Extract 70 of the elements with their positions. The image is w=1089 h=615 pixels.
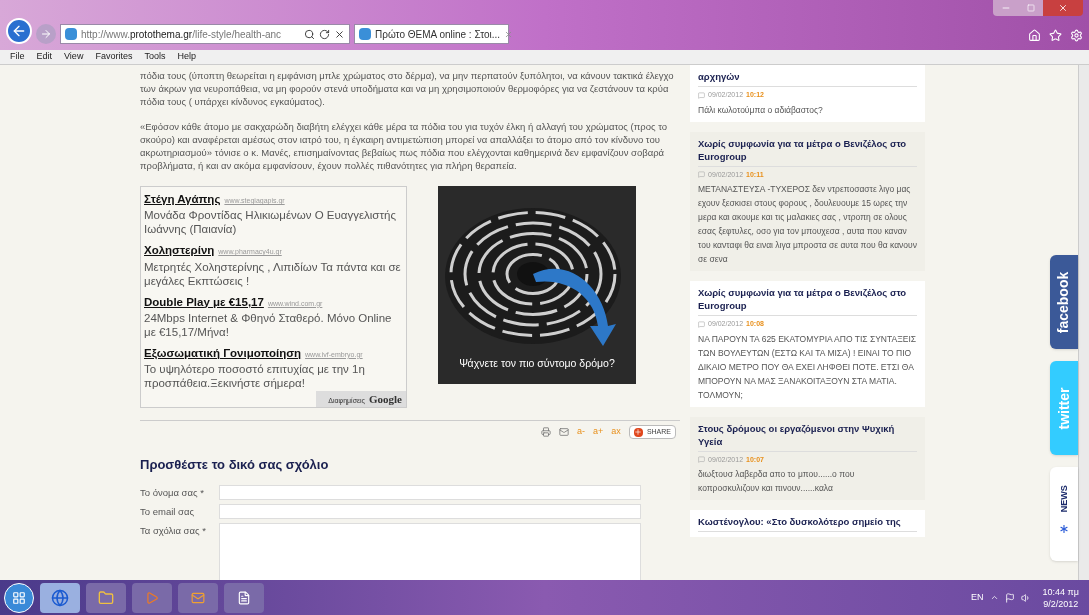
form-heading: Προσθέστε το δικό σας σχόλιο — [140, 456, 330, 474]
browser-tab[interactable]: Πρώτο ΘΕΜΑ online : Στοι... — [354, 24, 509, 44]
banner-caption: Ψάχνετε τον πιο σύντομο δρόμο? — [458, 356, 616, 372]
search-icon[interactable] — [304, 28, 315, 40]
comment-title[interactable]: Στους δρόμους οι εργαζόμενοι στην Ψυχική Υγεία — [698, 421, 917, 452]
menu-item[interactable]: File — [10, 50, 25, 64]
speech-bubble-icon — [698, 171, 705, 179]
mail-icon[interactable] — [178, 582, 218, 613]
comment-title[interactable]: Χωρίς συμφωνία για τα μέτρα ο Βενιζέλος στο Eurogroup — [698, 136, 917, 167]
ad-link[interactable]: Στέγη Αγάπης — [144, 191, 221, 209]
comment-text: ΝΑ ΠΑΡΟΥΝ ΤΑ 625 ΕΚΑΤΟΜΥΡΙΑ ΑΠΟ ΤΙΣ ΣΥΝΤΑΞΕΙΣ ΤΩΝ ΒΟΥΛΕΥΤΩΝ (ΕΣΤΩ ΚΑΙ ΤΑ ΜΙΣΑ) ! ΕΙΝΑΙ ΤΟ ΠΙΟ ΔΙΚΑΙΟ ΜΕΤΡΟ ΠΟΥ ΘΑ ΕΧΕΙ ΛΗΦΘΕΙ ΠΟΤΕ. ΕΤΣΙ ΘΑ ΜΠΟΡΟΥΝ ΝΑ ΜΑΣ ΞΑΝΑΚΟΙΤΑΞΟΥΝ ΣΤΑ ΜΑΤΙΑ. ΤΟΛΜΟΥΝ; — [698, 332, 917, 402]
page-icon — [65, 28, 77, 40]
close-icon — [1058, 3, 1068, 13]
menu-item[interactable]: Tools — [144, 50, 166, 64]
settings-icon[interactable] — [1070, 29, 1083, 42]
page-icon — [359, 28, 371, 40]
input-field[interactable] — [219, 503, 641, 519]
ad-link[interactable]: Double Play με €15,17 — [144, 293, 264, 311]
star-icon[interactable] — [1049, 29, 1062, 42]
globe-icon[interactable] — [40, 582, 80, 613]
field-label: Το email σας — [140, 504, 195, 519]
play-icon[interactable] — [132, 582, 172, 613]
field-label: Το όνομα σας * — [140, 485, 205, 500]
article-paragraph: πόδια τους (ύποπτη θεωρείται η εμφάνιση μπλε χρώματος στο δέρμα), να μην περπατούν ξυπόλητοι, να κάνουν τακτικά έλεγχο των άκρων για νευροπάθεια, να μη φορούν στενά υποδήματα και να μη χρησιμοποιούν θερμοφόρες για να ζεστάνουν τα κρύα πόδια τους ( υπάρχει κίνδυνος εγκαύματος). — [140, 69, 675, 108]
menu-item[interactable]: Edit — [36, 50, 53, 64]
field-label: Τα σχόλια σας * — [140, 524, 207, 538]
caret-icon[interactable] — [989, 593, 999, 602]
menu-item[interactable]: Help — [177, 50, 196, 64]
ad-link[interactable]: Χοληστερίνη — [144, 242, 215, 260]
document-icon[interactable] — [224, 582, 264, 613]
ad-link[interactable]: Εξωσωματική Γονιμοποίηση — [144, 344, 302, 362]
scrollbar[interactable] — [1078, 65, 1089, 580]
mail-icon[interactable] — [559, 427, 570, 437]
speaker-icon[interactable] — [1020, 592, 1031, 603]
speech-bubble-icon — [698, 91, 705, 99]
home-icon[interactable] — [1028, 29, 1041, 42]
comment-text: Πάλι κωλοτούμπα ο αδιάβαστος? — [698, 103, 824, 117]
language-indicator[interactable]: EN — [971, 590, 984, 605]
ad-text: Μετρητές Χοληστερίνης , Λιπιδίων Τα πάντα και σε μεγάλες Εκπτώσεις ! — [144, 259, 402, 288]
address-bar[interactable]: http://www.protothema.gr/life-style/health-anc — [60, 24, 350, 44]
refresh-icon[interactable] — [319, 28, 330, 40]
menu-item[interactable]: Favorites — [95, 50, 133, 64]
grid-icon — [12, 590, 26, 605]
speech-bubble-icon — [698, 320, 705, 328]
comment-text: ΜΕΤΑΝΑΣΤΕΥΣΑ -ΤΥΧΕΡΟΣ δεν ντρεποσαστε λιγο μας εχουν ξεσκισει στους φορους , δουλευουμε 15 ωρες την μερα και ακουμε και τις μαλακιες σας , ντροπη σε ολους εσας ξεφτυλες, οσο για τον μπουχεσα , αυτα που καναν του κανταφι θα ειναι λιγα μπροστα σε αυτα που θα κανουν σε σενα — [698, 183, 917, 266]
ad-text: Το υψηλότερο ποσοστό επιτυχίας με την 1η προσπάθεια.Ξεκινήστε σήμερα! — [144, 362, 366, 390]
article-paragraph: «Εφόσον κάθε άτομο με σακχαρώδη διαβήτη ελέγχει κάθε μέρα τα πόδια του για τυχόν έλκη ή αλλαγή του χρώματος (προς το σκούρο) και αναφέρεται αμέσως στον ιατρό του, η έγκαιρη αντιμετώπιση μπορεί να απαλλάξει το άτομο από τον κίνδυνο του ακρωτηριασμού» τόνισε ο κ. Μανές, επισημαίνοντας βεβαίως πως πόδια που ελέγχονται καθημερινά δεν εμφανίζουν σοβαρά προβλήματα, ή και αν ακόμα εμφανίσουν, έχουν πολλές πιθανότητες για πλήρη θεραπεία. — [140, 120, 669, 172]
facebook-tab[interactable]: facebook — [1050, 255, 1078, 349]
speech-bubble-icon — [698, 456, 705, 464]
news-tab[interactable]: NEWS — [1050, 467, 1078, 561]
ad-text: Μονάδα Φροντίδας Ηλικιωμένων Ο Ευαγγελιστής Ιωάννης (Παιανία) — [144, 208, 397, 237]
flag-icon[interactable] — [1004, 592, 1015, 603]
comment-title[interactable]: Χωρίς συμφωνία για τα μέτρα ο Βενιζέλος στο Eurogroup — [698, 286, 917, 316]
arrow-right-icon — [40, 28, 52, 40]
input-field[interactable] — [219, 484, 641, 500]
clock[interactable]: 10:44 πμ 9/2/2012 — [1036, 585, 1085, 610]
folder-icon[interactable] — [86, 582, 126, 613]
menu-item[interactable]: View — [64, 50, 84, 64]
maximize-icon — [1027, 4, 1035, 12]
comment-text: διωξτουσ λαβερδα απο το μπου......ο που κοπροσκυλιζουν και πινουν......καλα — [698, 468, 856, 495]
ad-text: 24Mbps Internet & Φθηνό Σταθερό. Μόνο Online με €15,17/Μήνα! — [144, 310, 393, 339]
start-button[interactable] — [4, 582, 34, 613]
comment-textarea[interactable] — [219, 523, 641, 583]
print-icon[interactable] — [541, 427, 552, 437]
comment-title[interactable]: Κωστένογλου: «Στο δυσκολότερο σημείο της — [698, 515, 917, 532]
banner-ad[interactable]: Ψάχνετε τον πιο σύντομο δρόμο? — [438, 186, 636, 384]
close-icon[interactable] — [334, 28, 345, 40]
plus-icon — [633, 427, 643, 437]
back-button[interactable] — [6, 18, 32, 44]
comment-title[interactable]: αρχηγών — [698, 70, 917, 87]
